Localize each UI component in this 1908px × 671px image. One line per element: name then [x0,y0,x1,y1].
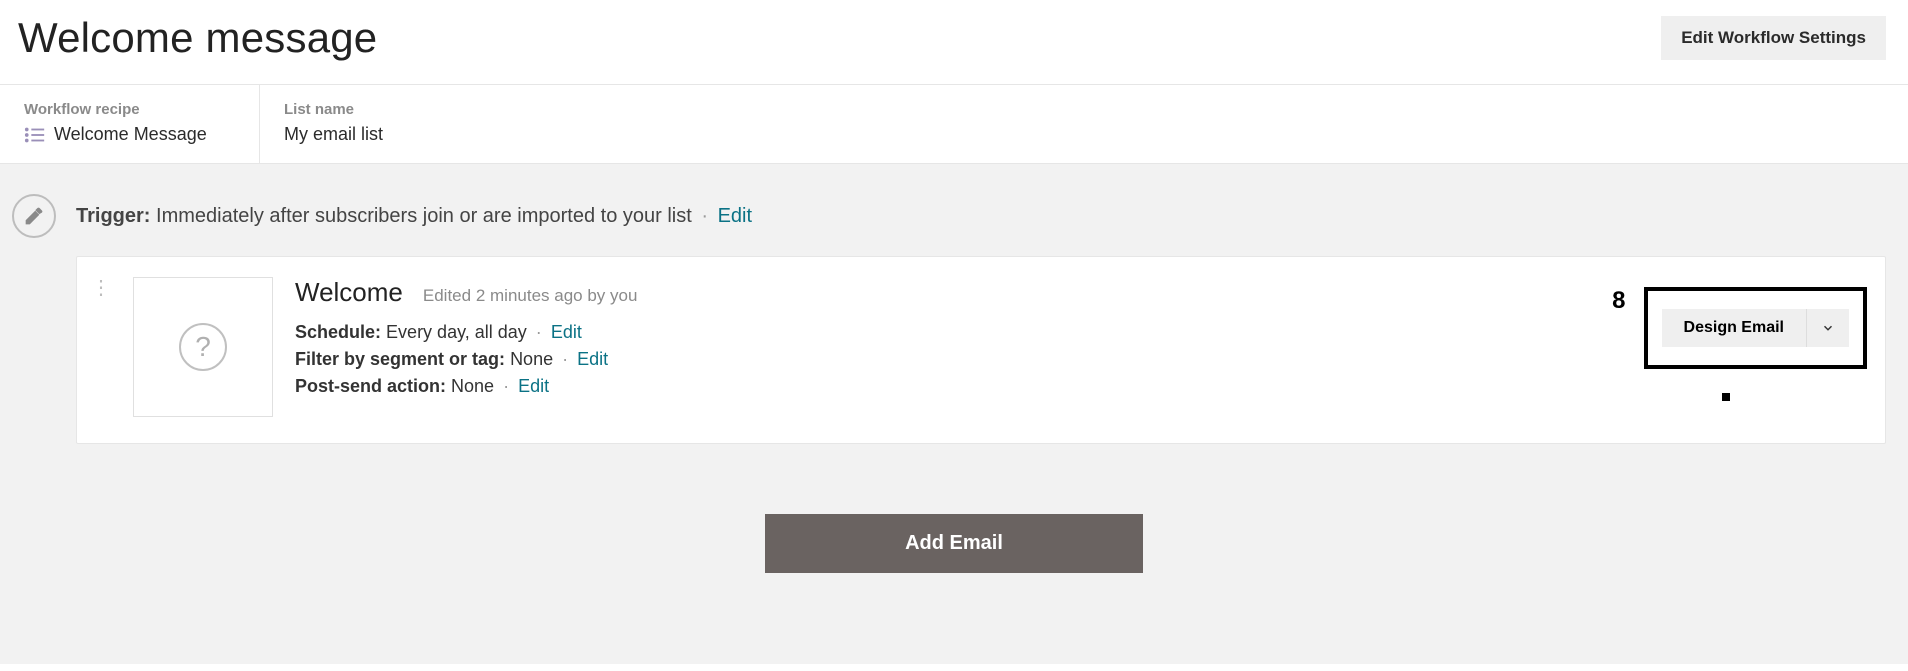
list-name-label: List name [284,101,496,118]
workflow-recipe-label: Workflow recipe [24,101,235,118]
postsend-line: Post-send action: None · Edit [295,376,1590,397]
list-name-cell: List name My email list [260,85,520,163]
trigger-description: Immediately after subscribers join or ar… [156,205,692,227]
trigger-row: Trigger: Immediately after subscribers j… [12,186,1896,256]
trigger-prefix: Trigger: [76,205,150,227]
schedule-edit-link[interactable]: Edit [551,322,582,342]
list-name-value: My email list [284,124,496,145]
design-email-button[interactable]: Design Email [1662,309,1806,347]
email-card-body: Welcome Edited 2 minutes ago by you Sche… [295,277,1590,417]
workflow-canvas: Trigger: Immediately after subscribers j… [0,164,1908,664]
email-title: Welcome [295,277,403,308]
filter-line: Filter by segment or tag: None · Edit [295,349,1590,370]
schedule-line: Schedule: Every day, all day · Edit [295,322,1590,343]
page-header: Welcome message Edit Workflow Settings [0,0,1908,85]
edit-workflow-settings-button[interactable]: Edit Workflow Settings [1661,16,1886,60]
separator: · [697,205,712,227]
annotation-marker: 8 [1612,287,1625,315]
highlight-box: Design Email [1644,287,1867,369]
postsend-edit-link[interactable]: Edit [518,376,549,396]
trigger-edit-link[interactable]: Edit [718,205,752,227]
email-card: ⋮ ? Welcome Edited 2 minutes ago by you … [76,256,1886,444]
edit-trigger-icon[interactable] [12,194,56,238]
email-thumbnail: ? [133,277,273,417]
page-title: Welcome message [18,14,377,62]
annotation-dot [1722,393,1730,401]
question-mark-icon: ? [179,323,227,371]
email-card-actions: 8 Design Email [1612,277,1867,417]
design-email-dropdown-button[interactable] [1806,309,1849,347]
trigger-text: Trigger: Immediately after subscribers j… [76,205,752,228]
meta-bar: Workflow recipe Welcome Message List nam… [0,85,1908,164]
email-edited-meta: Edited 2 minutes ago by you [423,286,638,306]
add-email-button[interactable]: Add Email [765,514,1143,573]
workflow-list-icon [24,126,46,144]
drag-handle-icon[interactable]: ⋮ [91,277,111,417]
filter-edit-link[interactable]: Edit [577,349,608,369]
workflow-recipe-value: Welcome Message [54,124,207,145]
add-email-wrap: Add Email [12,514,1896,573]
chevron-down-icon [1821,321,1835,335]
workflow-recipe-cell: Workflow recipe Welcome Message [0,85,260,163]
